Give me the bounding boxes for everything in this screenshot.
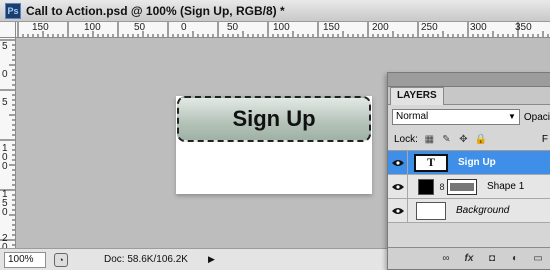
sign-up-button-shape[interactable]: Sign Up bbox=[177, 96, 371, 142]
ruler-label: 350 bbox=[515, 22, 532, 33]
ruler-label: 250 bbox=[421, 22, 438, 33]
ruler-label: 0 bbox=[181, 22, 187, 33]
visibility-eye-icon[interactable] bbox=[388, 174, 408, 199]
ruler-label: 2 0 0 bbox=[2, 233, 8, 249]
ruler-label: 150 bbox=[323, 22, 340, 33]
new-group-folder-icon[interactable]: ▭ bbox=[531, 253, 545, 264]
layer-name[interactable]: Sign Up bbox=[458, 157, 496, 168]
ruler-label: 5 bbox=[2, 41, 8, 52]
lock-position-icon[interactable]: ✥ bbox=[458, 134, 469, 145]
text-layer-thumbnail: T bbox=[414, 153, 448, 172]
lock-transparent-pixels-icon[interactable]: ▦ bbox=[424, 134, 435, 145]
layer-row-shape-1[interactable]: 8 Shape 1 bbox=[388, 174, 550, 199]
lock-row: Lock: ▦ ✎ ✥ 🔒 F bbox=[388, 129, 550, 151]
fx-icon[interactable]: fx bbox=[462, 253, 476, 264]
blend-mode-select[interactable]: Normal ▼ bbox=[392, 109, 520, 125]
visibility-eye-icon[interactable] bbox=[388, 150, 408, 175]
panel-tab-bar: LAYERS bbox=[388, 87, 550, 105]
status-menu-arrow-icon[interactable]: ▶ bbox=[208, 254, 215, 265]
panel-drag-bar[interactable] bbox=[388, 73, 550, 87]
layer-row-background[interactable]: Background bbox=[388, 198, 550, 223]
ruler-label: 0 bbox=[2, 69, 8, 80]
ruler-label: 200 bbox=[372, 22, 389, 33]
ruler-label: 50 bbox=[227, 22, 239, 33]
layers-panel: LAYERS Normal ▼ Opaci Lock: ▦ ✎ ✥ 🔒 F T … bbox=[387, 72, 550, 270]
document-size-info: Doc: 58.6K/106.2K bbox=[104, 254, 188, 265]
horizontal-ruler[interactable]: 150 100 50 0 50 100 150 200 250 300 350 bbox=[0, 22, 550, 38]
chevron-down-icon: ▼ bbox=[507, 112, 516, 121]
ruler-origin[interactable] bbox=[0, 22, 16, 38]
chain-link-icon[interactable]: 8 bbox=[437, 182, 447, 192]
sign-up-text-layer[interactable]: Sign Up bbox=[232, 106, 315, 132]
ruler-label: 1 5 0 bbox=[2, 189, 8, 218]
ruler-label: 5 bbox=[2, 97, 8, 108]
layers-panel-footer: ∞ fx ◘ ◐ ▭ bbox=[388, 247, 550, 269]
lock-label: Lock: bbox=[394, 134, 418, 145]
ruler-label: 50 bbox=[134, 22, 146, 33]
opacity-label: Opaci bbox=[523, 111, 550, 123]
blend-mode-value: Normal bbox=[396, 111, 429, 122]
shape-fill-thumbnail bbox=[418, 178, 434, 195]
visibility-eye-icon[interactable] bbox=[388, 198, 408, 223]
lock-all-icon[interactable]: 🔒 bbox=[475, 134, 487, 145]
title-bar: Ps Call to Action.psd @ 100% (Sign Up, R… bbox=[0, 0, 550, 22]
tab-layers[interactable]: LAYERS bbox=[390, 87, 444, 105]
blend-mode-row: Normal ▼ Opaci bbox=[388, 105, 550, 129]
layer-row-sign-up[interactable]: T Sign Up bbox=[388, 150, 550, 175]
ruler-label: 100 bbox=[84, 22, 101, 33]
lock-image-pixels-icon[interactable]: ✎ bbox=[441, 134, 452, 145]
ruler-label: 300 bbox=[470, 22, 487, 33]
layer-name[interactable]: Background bbox=[456, 205, 509, 216]
vector-mask-thumbnail bbox=[447, 178, 477, 195]
ruler-label: 150 bbox=[32, 22, 49, 33]
add-mask-icon[interactable]: ◘ bbox=[485, 253, 499, 264]
zoom-level-field[interactable]: 100% bbox=[4, 251, 46, 268]
layer-name[interactable]: Shape 1 bbox=[487, 181, 524, 192]
link-layers-icon[interactable]: ∞ bbox=[439, 253, 453, 264]
fill-label: F bbox=[541, 134, 548, 145]
ruler-label: 1 0 0 bbox=[2, 143, 8, 172]
photoshop-app-icon: Ps bbox=[5, 2, 21, 19]
vertical-ruler[interactable]: 5 0 5 1 0 0 1 5 0 2 0 0 bbox=[0, 38, 16, 248]
ruler-label: 100 bbox=[273, 22, 290, 33]
background-layer-thumbnail bbox=[416, 201, 446, 220]
document-info-icon[interactable]: ◔ bbox=[54, 252, 68, 267]
document-title: Call to Action.psd @ 100% (Sign Up, RGB/… bbox=[26, 3, 285, 18]
adjustment-layer-icon[interactable]: ◐ bbox=[508, 253, 522, 264]
